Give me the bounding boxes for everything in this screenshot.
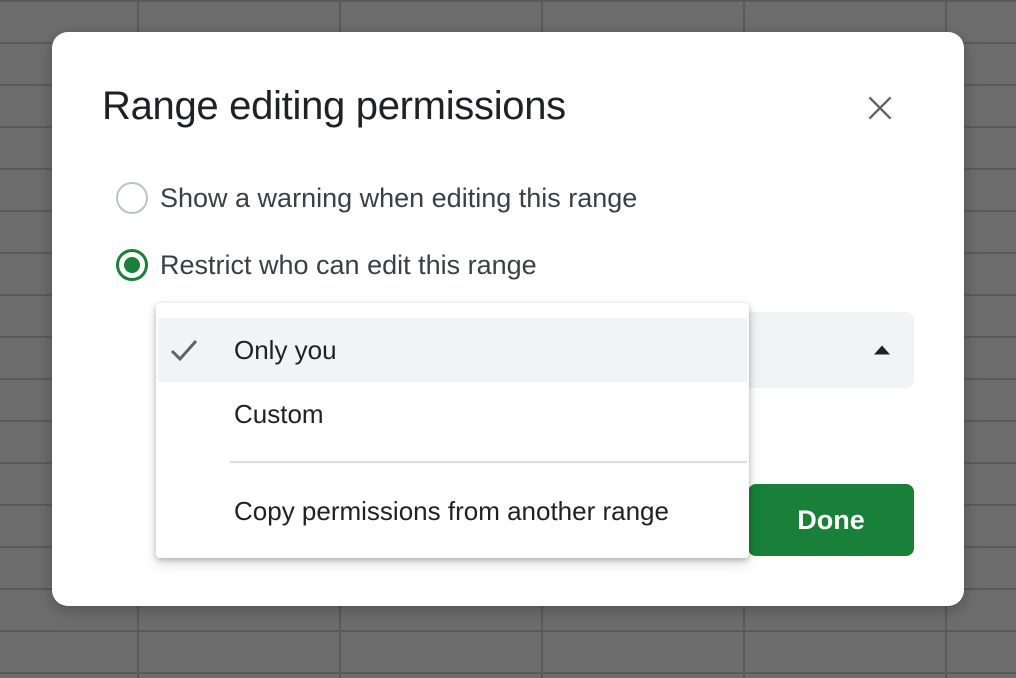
menu-item-only-you[interactable]: Only you: [158, 318, 747, 382]
restrict-option[interactable]: Restrict who can edit this range: [116, 249, 537, 281]
menu-item-label: Only you: [234, 334, 337, 365]
menu-item-custom[interactable]: Custom: [158, 382, 747, 446]
warning-option-label: Show a warning when editing this range: [160, 182, 638, 213]
caret-up-icon: [874, 345, 890, 355]
menu-item-label: Copy permissions from another range: [234, 495, 669, 526]
menu-item-label: Custom: [234, 398, 324, 429]
close-icon: [868, 96, 892, 120]
menu-divider: [230, 461, 747, 463]
restrict-option-label: Restrict who can edit this range: [160, 249, 537, 280]
close-button[interactable]: [860, 88, 900, 128]
menu-item-copy-permissions[interactable]: Copy permissions from another range: [158, 479, 747, 543]
dialog-title: Range editing permissions: [102, 84, 566, 128]
restrict-radio[interactable]: [116, 249, 148, 281]
warning-radio[interactable]: [116, 182, 148, 214]
editor-dropdown-menu: Only you Custom Copy permissions from an…: [156, 303, 749, 558]
check-icon: [170, 340, 198, 362]
done-button[interactable]: Done: [748, 484, 914, 556]
warning-option[interactable]: Show a warning when editing this range: [116, 182, 637, 214]
